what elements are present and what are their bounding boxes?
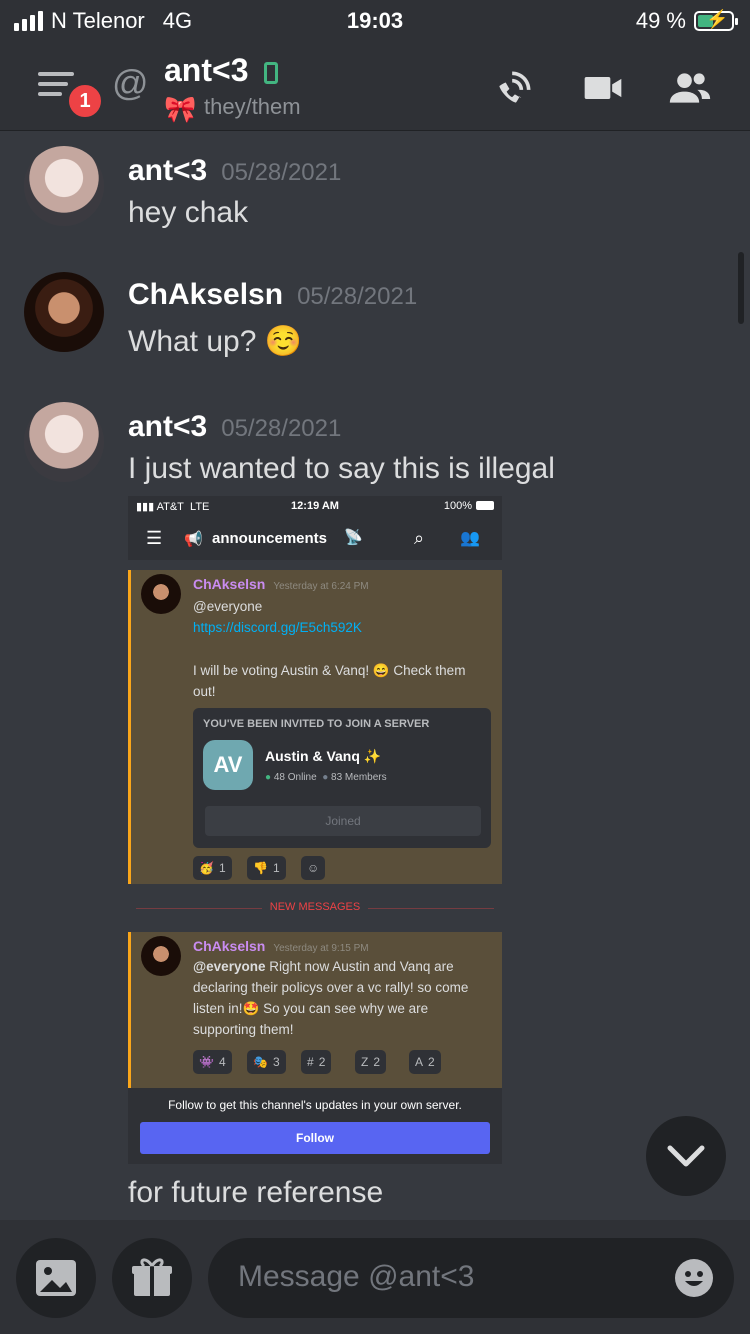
joined-button: Joined (205, 806, 481, 836)
invite-heading: YOU'VE BEEN INVITED TO JOIN A SERVER (203, 718, 430, 730)
reaction: 👾 4 (193, 1050, 232, 1074)
attachment-status-bar: ▮▮▮ AT&T LTE 12:19 AM 100% (128, 496, 502, 518)
reaction: Z 2 (355, 1050, 387, 1074)
at-icon: @ (112, 62, 149, 103)
mobile-status-icon (264, 62, 278, 84)
hamburger-icon: ☰ (146, 528, 163, 548)
video-call-icon[interactable] (580, 66, 626, 110)
image-attachment[interactable]: ▮▮▮ AT&T LTE 12:19 AM 100% ☰ 📢 announcem… (128, 496, 502, 1164)
server-invite-card: YOU'VE BEEN INVITED TO JOIN A SERVER AV … (193, 708, 491, 848)
follow-button: Follow (140, 1122, 490, 1154)
chat-header: 1 @ ant<3 🎀 they/them (0, 42, 750, 131)
avatar (141, 574, 181, 614)
emoji-icon[interactable] (674, 1258, 714, 1298)
attachment-battery: 100% (443, 500, 472, 512)
author-name[interactable]: ant<3 05/28/2021 (128, 154, 341, 188)
gift-button[interactable] (112, 1238, 192, 1318)
notification-badge: 1 (66, 82, 104, 120)
composer: Message @ant<3 (0, 1220, 750, 1334)
avatar[interactable] (24, 146, 104, 226)
message-text: What up? ☺️ (128, 325, 303, 358)
post-author: ChAkselsn Yesterday at 9:15 PM (193, 938, 369, 954)
satellite-icon: 📡 (344, 529, 363, 546)
timestamp: 05/28/2021 (297, 283, 418, 310)
attach-image-button[interactable] (16, 1238, 96, 1318)
reaction: 👎 1 (247, 856, 286, 880)
server-icon: AV (203, 740, 253, 790)
members-icon[interactable] (666, 66, 714, 110)
new-messages-divider: NEW MESSAGES (128, 901, 502, 913)
search-icon: ⌕ (414, 528, 425, 548)
message-text: I just wanted to say this is illegal (128, 452, 555, 485)
reaction: 🎭 3 (247, 1050, 286, 1074)
author-name[interactable]: ChAkselsn 05/28/2021 (128, 278, 417, 312)
message-text: for future referense (128, 1176, 384, 1209)
timestamp: 05/28/2021 (221, 159, 342, 186)
message-input[interactable]: Message @ant<3 (208, 1238, 734, 1318)
gift-icon (132, 1258, 172, 1296)
announcement-post: ChAkselsn Yesterday at 9:15 PM @everyone … (128, 932, 502, 1088)
timestamp: 05/28/2021 (221, 415, 342, 442)
message-placeholder: Message @ant<3 (238, 1260, 475, 1293)
add-reaction-icon: ☺ (301, 856, 326, 880)
attachment-battery-icon (476, 501, 494, 510)
avatar (141, 936, 181, 976)
reaction: # 2 (301, 1050, 332, 1074)
follow-channel-area: Follow to get this channel's updates in … (128, 1088, 502, 1164)
recipient-name[interactable]: ant<3 (164, 52, 248, 89)
battery-charging-icon: ⚡ (694, 9, 738, 31)
follow-note: Follow to get this channel's updates in … (168, 1098, 462, 1112)
scrollbar[interactable] (738, 252, 744, 324)
message-text: hey chak (128, 196, 249, 229)
megaphone-icon: 📢 (184, 531, 203, 548)
post-author: ChAkselsn Yesterday at 6:24 PM (193, 576, 369, 592)
voice-call-icon[interactable] (492, 66, 536, 110)
channel-name: announcements (212, 530, 328, 547)
invite-link: https://discord.gg/E5ch592K (193, 620, 362, 635)
members-icon: 👥 (460, 530, 480, 547)
author-name[interactable]: ant<3 05/28/2021 (128, 410, 341, 444)
pronoun-emoji-icon: 🎀 (164, 94, 197, 124)
attachment-channel-header: ☰ 📢 announcements 📡 ⌕ 👥 (128, 518, 502, 560)
battery-percent: 49 % (635, 8, 686, 33)
server-name: Austin & Vanq ✨ (265, 748, 382, 764)
status-bar: N Telenor 4G 19:03 49 % ⚡ (0, 0, 750, 42)
post-mention: @everyone (193, 599, 263, 614)
reaction: A 2 (409, 1050, 441, 1074)
post-text: @everyone Right now Austin and Vanq are … (193, 959, 469, 1037)
jump-to-latest-button[interactable] (646, 1116, 726, 1196)
server-stats: ● 48 Online ● 83 Members (265, 772, 387, 783)
chevron-down-icon (667, 1145, 705, 1167)
post-text: I will be voting Austin & Vanq! 😄 Check … (193, 663, 466, 699)
pronouns: they/them (204, 94, 301, 119)
image-icon (36, 1260, 76, 1296)
reaction: 🥳 1 (193, 856, 232, 880)
avatar[interactable] (24, 402, 104, 482)
announcement-post: ChAkselsn Yesterday at 6:24 PM @everyone … (128, 570, 502, 884)
avatar[interactable] (24, 272, 104, 352)
